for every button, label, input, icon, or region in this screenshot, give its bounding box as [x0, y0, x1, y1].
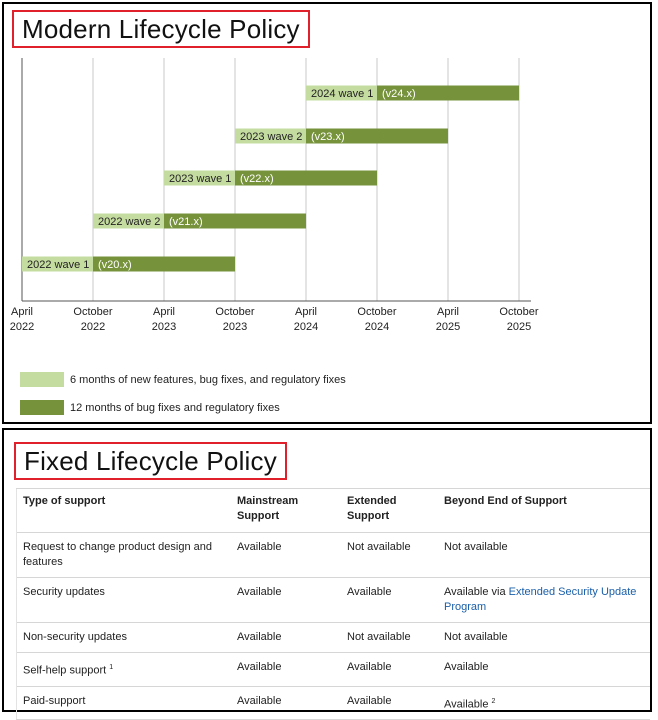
tick-label-year: 2023: [223, 321, 247, 333]
row-extended: Available: [341, 685, 438, 720]
footnote-marker: 2: [491, 697, 496, 705]
legend-swatch-features: [20, 372, 64, 387]
legend-item-support: 12 months of bug fixes and regulatory fi…: [20, 400, 280, 415]
tick-label-year: 2024: [294, 321, 318, 333]
wave-version-label: (v20.x): [98, 259, 132, 271]
row-mainstream: Available: [231, 622, 341, 653]
tick-label-month: October: [357, 306, 396, 318]
row-mainstream: Available: [231, 652, 341, 687]
wave-name-label: 2024 wave 1: [311, 88, 373, 100]
header-extended-support: Extended Support: [341, 488, 438, 533]
wave-version-label: (v22.x): [240, 173, 274, 185]
tick-label-month: April: [153, 306, 175, 318]
row-mainstream: Available: [231, 577, 341, 623]
row-type: Self-help support 1: [16, 652, 231, 687]
tick-label-month: April: [437, 306, 459, 318]
tick-label-month: April: [11, 306, 33, 318]
tick-label-year: 2022: [10, 321, 34, 333]
wave-version-label: (v21.x): [169, 216, 203, 228]
row-extended: Available: [341, 652, 438, 687]
modern-lifecycle-panel: Modern Lifecycle Policy April 2022 October…: [2, 2, 652, 424]
row-beyond: Available 2: [438, 685, 650, 720]
tick-label-year: 2025: [507, 321, 531, 333]
row-type: Security updates: [16, 577, 231, 623]
table-row: Self-help support 1 Available Available …: [16, 652, 650, 687]
tick-label-month: October: [499, 306, 538, 318]
legend-label-features: 6 months of new features, bug fixes, and…: [70, 373, 346, 386]
fixed-lifecycle-table: Type of support Mainstream Support Exten…: [16, 488, 650, 720]
wave-name-label: 2023 wave 2: [240, 131, 302, 143]
wave-version-label: (v24.x): [382, 88, 416, 100]
row-mainstream: Available: [231, 685, 341, 720]
legend-swatch-support: [20, 400, 64, 415]
wave-name-label: 2022 wave 2: [98, 216, 160, 228]
row-beyond: Not available: [438, 532, 650, 578]
row-extended: Not available: [341, 532, 438, 578]
table-row: Request to change product design and fea…: [16, 532, 650, 578]
header-beyond-end-of-support: Beyond End of Support: [438, 488, 650, 533]
fixed-lifecycle-panel: Fixed Lifecycle Policy Type of support M…: [2, 428, 652, 720]
row-beyond: Available via Extended Security Update P…: [438, 577, 650, 623]
tick-label-month: April: [295, 306, 317, 318]
fixed-lifecycle-title: Fixed Lifecycle Policy: [14, 442, 287, 480]
row-extended: Not available: [341, 622, 438, 653]
row-beyond: Available: [438, 652, 650, 687]
row-mainstream: Available: [231, 532, 341, 578]
wave-version-label: (v23.x): [311, 131, 345, 143]
tick-label-year: 2025: [436, 321, 460, 333]
release-timeline-chart: April 2022 October 2022 April 2023 October 2023…: [10, 58, 539, 333]
header-type-of-support: Type of support: [16, 488, 231, 533]
header-mainstream-support: Mainstream Support: [231, 488, 341, 533]
table-row: Non-security updates Available Not avail…: [16, 622, 650, 653]
footnote-marker: 1: [109, 664, 114, 671]
legend-item-features: 6 months of new features, bug fixes, and…: [20, 372, 346, 387]
table-row: Security updates Available Available Ava…: [16, 577, 650, 623]
legend-label-support: 12 months of bug fixes and regulatory fi…: [70, 401, 280, 414]
row-beyond: Not available: [438, 622, 650, 653]
wave-name-label: 2022 wave 1: [27, 259, 89, 271]
wave-name-label: 2023 wave 1: [169, 173, 231, 185]
tick-label-year: 2024: [365, 321, 389, 333]
row-type: Paid-support: [16, 685, 231, 720]
row-type: Request to change product design and fea…: [16, 532, 231, 578]
tick-label-month: October: [73, 306, 112, 318]
row-type: Non-security updates: [16, 622, 231, 653]
table-row: Paid-support Available Available Availab…: [16, 685, 650, 720]
row-extended: Available: [341, 577, 438, 623]
table-header-row: Type of support Mainstream Support Exten…: [16, 488, 650, 533]
tick-label-year: 2023: [152, 321, 176, 333]
tick-label-year: 2022: [81, 321, 105, 333]
tick-label-month: October: [215, 306, 254, 318]
